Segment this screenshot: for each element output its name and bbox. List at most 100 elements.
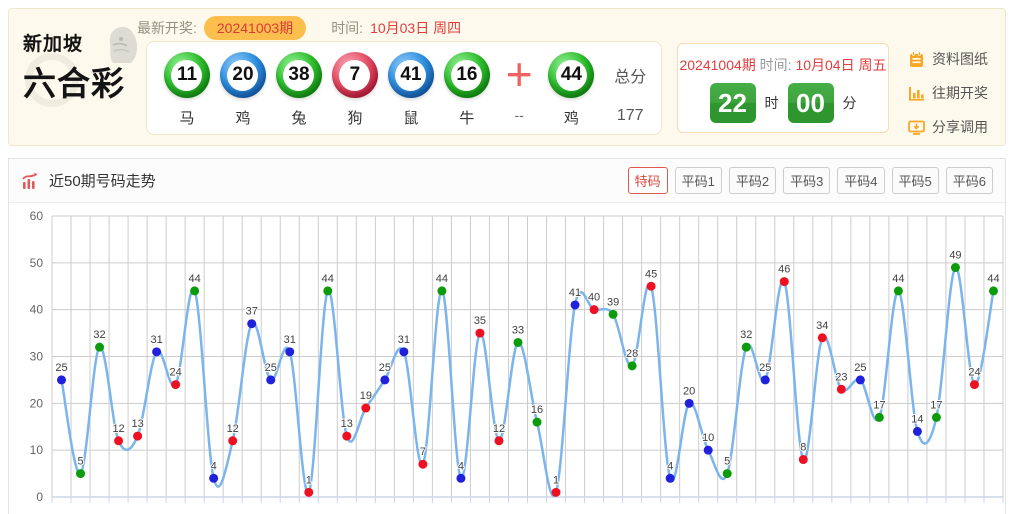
data-point-label: 25: [55, 362, 67, 374]
ball-number: 11: [171, 60, 202, 91]
data-point-label: 25: [265, 362, 277, 374]
data-point-label: 28: [626, 348, 638, 360]
data-point: [57, 375, 66, 384]
tab-normal-number-5[interactable]: 平码5: [892, 167, 939, 194]
total-score-value: 177: [617, 107, 644, 125]
data-point: [76, 469, 85, 478]
latest-draw-row: 最新开奖: 20241003期 时间: 10月03日 周四: [137, 14, 461, 42]
data-point-label: 1: [553, 474, 559, 486]
link-label: 往期开奖: [932, 83, 988, 103]
share-icon: [908, 119, 925, 136]
data-point: [951, 263, 960, 272]
data-point: [247, 319, 256, 328]
data-point: [475, 329, 484, 338]
data-point: [685, 399, 694, 408]
trend-chart-header: 近50期号码走势 特码 平码1 平码2 平码3 平码4 平码5 平码6: [9, 159, 1005, 203]
link-data-charts[interactable]: 资料图纸: [908, 49, 988, 69]
data-point-label: 16: [531, 404, 543, 416]
data-point-label: 25: [759, 362, 771, 374]
data-point: [418, 460, 427, 469]
ball-zodiac: 兔: [291, 107, 306, 128]
data-point-label: 10: [702, 432, 714, 444]
result-ball-cell: 41 鼠: [383, 52, 439, 128]
tab-normal-number-4[interactable]: 平码4: [837, 167, 884, 194]
data-point: [742, 343, 751, 352]
data-point-label: 44: [189, 273, 201, 285]
ball-number: 16: [451, 60, 482, 91]
data-point-label: 14: [911, 413, 923, 425]
data-point: [437, 286, 446, 295]
data-point: [266, 375, 275, 384]
data-point-label: 1: [306, 474, 312, 486]
data-point-label: 13: [341, 418, 353, 430]
data-point-label: 45: [645, 268, 657, 280]
ball-zodiac: 鸡: [564, 107, 579, 128]
latest-time-label: 时间:: [331, 18, 363, 38]
latest-date: 10月03日 周四: [370, 18, 461, 38]
data-point: [932, 413, 941, 422]
y-axis-label: 60: [30, 209, 44, 223]
data-point: [494, 436, 503, 445]
tab-normal-number-1[interactable]: 平码1: [675, 167, 722, 194]
data-point-label: 24: [968, 367, 980, 379]
data-point: [837, 385, 846, 394]
data-point: [552, 488, 561, 497]
lottery-ball: 20: [220, 52, 266, 98]
plus-icon: +: [506, 52, 533, 96]
data-point-label: 44: [892, 273, 904, 285]
tab-special-number[interactable]: 特码: [628, 167, 668, 194]
header-panel: 新加坡 六合彩 最新开奖: 20241003期 时间: 10月03日 周四 11…: [8, 8, 1006, 146]
ball-number: 38: [283, 60, 314, 91]
next-date: 10月04日 周五: [795, 57, 886, 73]
tab-normal-number-3[interactable]: 平码3: [783, 167, 830, 194]
link-past-draws[interactable]: 往期开奖: [908, 83, 988, 103]
data-point-label: 34: [816, 320, 828, 332]
data-point-label: 31: [398, 334, 410, 346]
y-axis-label: 50: [30, 256, 44, 270]
tab-normal-number-6[interactable]: 平码6: [946, 167, 993, 194]
next-draw-countdown: 20241004期 时间: 10月04日 周五 22 时 00 分: [677, 43, 889, 133]
link-share-embed[interactable]: 分享调用: [908, 117, 988, 137]
link-label: 资料图纸: [932, 49, 988, 69]
page: 新加坡 六合彩 最新开奖: 20241003期 时间: 10月03日 周四 11…: [0, 0, 1016, 514]
data-point-label: 13: [131, 418, 143, 430]
data-point: [628, 361, 637, 370]
special-ball-cell: 44 鸡: [543, 52, 599, 128]
result-balls-box: 11 马 20 鸡 38 兔 7 狗 41 鼠 16 牛: [146, 41, 662, 135]
ball-zodiac: 鸡: [235, 107, 250, 128]
logo-text-bottom: 六合彩: [23, 57, 141, 105]
data-point-label: 19: [360, 390, 372, 402]
countdown-minutes: 00: [788, 83, 834, 123]
data-point: [456, 474, 465, 483]
next-time-label: 时间:: [760, 57, 792, 73]
data-point: [209, 474, 218, 483]
ball-number: 41: [395, 60, 426, 91]
data-point: [818, 333, 827, 342]
data-point-label: 35: [474, 315, 486, 327]
data-point: [285, 347, 294, 356]
data-point: [533, 418, 542, 427]
data-point-label: 31: [284, 334, 296, 346]
data-point-label: 44: [322, 273, 334, 285]
special-lottery-ball: 44: [548, 52, 594, 98]
data-point-label: 5: [77, 456, 83, 468]
data-point: [399, 347, 408, 356]
data-point-label: 4: [667, 460, 673, 472]
data-point-label: 40: [588, 292, 600, 304]
data-point: [704, 446, 713, 455]
data-point-label: 39: [607, 296, 619, 308]
data-point-label: 8: [800, 442, 806, 454]
lottery-ball: 41: [388, 52, 434, 98]
data-point-label: 49: [949, 250, 961, 262]
data-point: [228, 436, 237, 445]
data-point-label: 44: [987, 273, 999, 285]
tab-normal-number-2[interactable]: 平码2: [729, 167, 776, 194]
minutes-unit-label: 分: [843, 93, 857, 113]
logo-text-top: 新加坡: [23, 29, 141, 56]
data-point: [342, 432, 351, 441]
trend-chart-icon: [21, 172, 41, 190]
data-point-label: 17: [873, 399, 885, 411]
data-point-label: 12: [227, 423, 239, 435]
data-point-label: 37: [246, 306, 258, 318]
link-label: 分享调用: [932, 117, 988, 137]
